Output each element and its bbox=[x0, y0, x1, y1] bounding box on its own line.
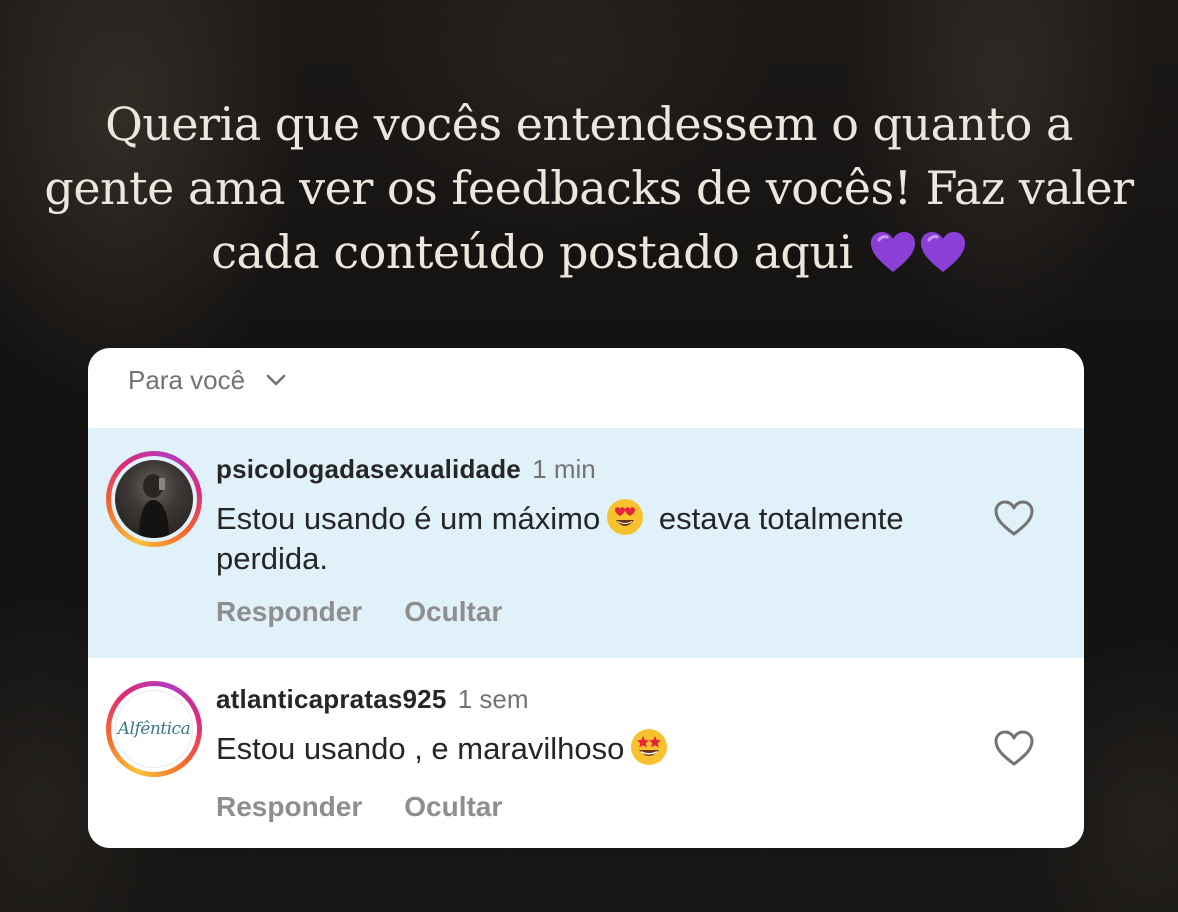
heart-eyes-emoji-icon bbox=[607, 499, 644, 535]
heart-outline-icon[interactable] bbox=[992, 728, 1036, 768]
comment-meta: psicologadasexualidade 1 min bbox=[216, 454, 596, 485]
hide-button[interactable]: Ocultar bbox=[404, 596, 502, 628]
sort-label: Para você bbox=[128, 364, 246, 395]
comment-text: Estou usando é um máximo estava totalmen… bbox=[216, 498, 916, 579]
reply-button[interactable]: Responder bbox=[216, 596, 362, 628]
comment-text-part: Estou usando é um máximo bbox=[216, 501, 601, 536]
avatar[interactable]: Alfêntica bbox=[106, 681, 202, 777]
comments-card: Para você psicologadasexualidade 1 min E… bbox=[88, 348, 1084, 848]
avatar[interactable] bbox=[106, 451, 202, 547]
comment-time: 1 sem bbox=[457, 684, 529, 714]
avatar-logo-text: Alfêntica bbox=[117, 719, 191, 739]
avatar-photo bbox=[115, 460, 193, 538]
heart-outline-icon[interactable] bbox=[992, 498, 1036, 538]
comment-item: psicologadasexualidade 1 min Estou usand… bbox=[88, 428, 1084, 658]
reply-button[interactable]: Responder bbox=[216, 791, 362, 823]
comment-time: 1 min bbox=[532, 454, 596, 484]
comment-actions: Responder Ocultar bbox=[216, 791, 502, 823]
avatar-logo: Alfêntica bbox=[115, 690, 193, 768]
purple-heart-icon bbox=[920, 232, 965, 272]
chevron-down-icon bbox=[266, 374, 286, 386]
comment-meta: atlanticapratas925 1 sem bbox=[216, 684, 529, 715]
story-headline: Queria que vocês entendessem o quanto a … bbox=[40, 92, 1138, 284]
comment-text: Estou usando , e maravilhoso bbox=[216, 728, 916, 769]
comment-text-part: Estou usando , e maravilhoso bbox=[216, 731, 625, 766]
headline-text: Queria que vocês entendessem o quanto a … bbox=[44, 97, 1134, 279]
comment-item: Alfêntica atlanticapratas925 1 sem Estou… bbox=[88, 658, 1084, 848]
star-struck-emoji-icon bbox=[631, 729, 668, 765]
purple-heart-icon bbox=[870, 232, 915, 272]
comment-username[interactable]: psicologadasexualidade bbox=[216, 454, 521, 484]
sort-dropdown[interactable]: Para você bbox=[128, 364, 289, 395]
hide-button[interactable]: Ocultar bbox=[404, 791, 502, 823]
comment-actions: Responder Ocultar bbox=[216, 596, 502, 628]
comment-username[interactable]: atlanticapratas925 bbox=[216, 684, 447, 714]
